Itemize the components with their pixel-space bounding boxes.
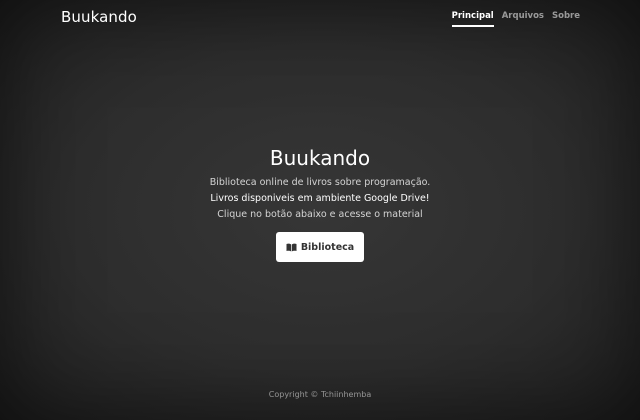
brand-title: Buukando <box>61 8 137 26</box>
nav-link-arquivos[interactable]: Arquivos <box>502 11 544 27</box>
main-nav: Principal Arquivos Sobre <box>451 11 580 27</box>
nav-link-principal[interactable]: Principal <box>451 11 494 27</box>
biblioteca-button[interactable]: Biblioteca <box>275 232 365 262</box>
hero-highlight: Livros disponiveis em ambiente Google Dr… <box>210 193 430 204</box>
book-open-icon <box>286 243 297 252</box>
site-footer: Copyright © Tchiinhemba <box>0 390 640 399</box>
copyright-text: Copyright © Tchiinhemba <box>268 390 372 399</box>
hero-instruction: Clique no botão abaixo e acesse o materi… <box>217 209 423 220</box>
page: Buukando Principal Arquivos Sobre Buukan… <box>0 0 640 420</box>
site-header: Buukando Principal Arquivos Sobre <box>0 0 640 36</box>
hero: Buukando Biblioteca online de livros sob… <box>0 144 640 262</box>
hero-description: Biblioteca online de livros sobre progra… <box>209 177 431 188</box>
biblioteca-button-label: Biblioteca <box>300 241 355 253</box>
hero-title: Buukando <box>269 146 371 170</box>
nav-link-sobre[interactable]: Sobre <box>552 11 580 27</box>
